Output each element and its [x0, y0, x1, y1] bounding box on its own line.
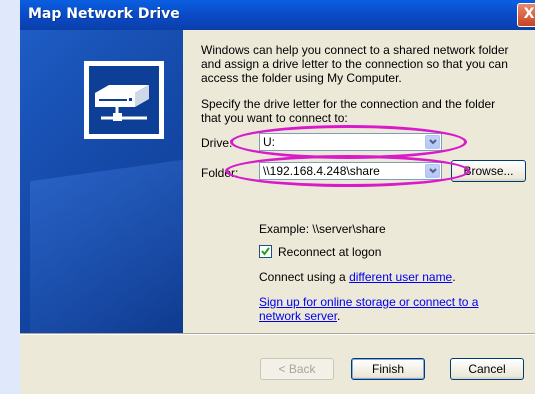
folder-combobox[interactable]: \\192.168.4.248\share	[259, 162, 442, 180]
cancel-button[interactable]: Cancel	[450, 358, 524, 380]
chevron-down-icon	[429, 139, 437, 145]
checkmark-icon	[261, 247, 270, 256]
close-button[interactable]: X	[517, 3, 535, 27]
reconnect-checkbox[interactable]	[259, 245, 272, 258]
drive-select[interactable]: U:	[259, 133, 442, 151]
folder-dropdown-button[interactable]	[425, 164, 440, 178]
chevron-down-icon	[429, 168, 437, 174]
close-icon: X	[523, 6, 535, 22]
title-bar: Map Network Drive X	[20, 0, 535, 30]
back-button[interactable]: < Back	[260, 358, 334, 380]
network-server-link[interactable]: network server	[259, 309, 337, 323]
browse-button[interactable]: Browse...	[451, 160, 526, 182]
map-network-drive-dialog: Map Network Drive X Windows can help you…	[20, 0, 535, 394]
folder-combobox-value: \\192.168.4.248\share	[263, 164, 380, 178]
button-bar-divider	[20, 333, 535, 335]
intro-text-line-3: access the folder using My Computer.	[201, 71, 402, 85]
folder-label: Folder:	[201, 166, 239, 180]
specify-text-line-2: that you want to connect to:	[201, 111, 348, 125]
wizard-side-panel	[20, 30, 183, 333]
drive-dropdown-button[interactable]	[425, 135, 440, 149]
folder-example-text: Example: \\server\share	[259, 222, 386, 236]
signup-text-line-2: network server.	[259, 309, 341, 323]
different-user-name-link[interactable]: different user name	[349, 270, 452, 284]
drive-label: Drive:	[201, 136, 233, 150]
intro-text-line-1: Windows can help you connect to a shared…	[201, 43, 509, 57]
online-storage-link[interactable]: Sign up for online storage or connect to…	[259, 295, 478, 309]
finish-button[interactable]: Finish	[351, 358, 425, 380]
specify-text-line-1: Specify the drive letter for the connect…	[201, 97, 496, 111]
network-drive-icon	[84, 61, 164, 139]
drive-select-value: U:	[263, 135, 275, 149]
window-title: Map Network Drive	[28, 6, 180, 22]
reconnect-label: Reconnect at logon	[278, 245, 382, 259]
connect-as-text: Connect using a different user name.	[259, 270, 456, 284]
signup-text-line-1: Sign up for online storage or connect to…	[259, 295, 478, 309]
intro-text-line-2: and assign a drive letter to the connect…	[201, 57, 508, 71]
